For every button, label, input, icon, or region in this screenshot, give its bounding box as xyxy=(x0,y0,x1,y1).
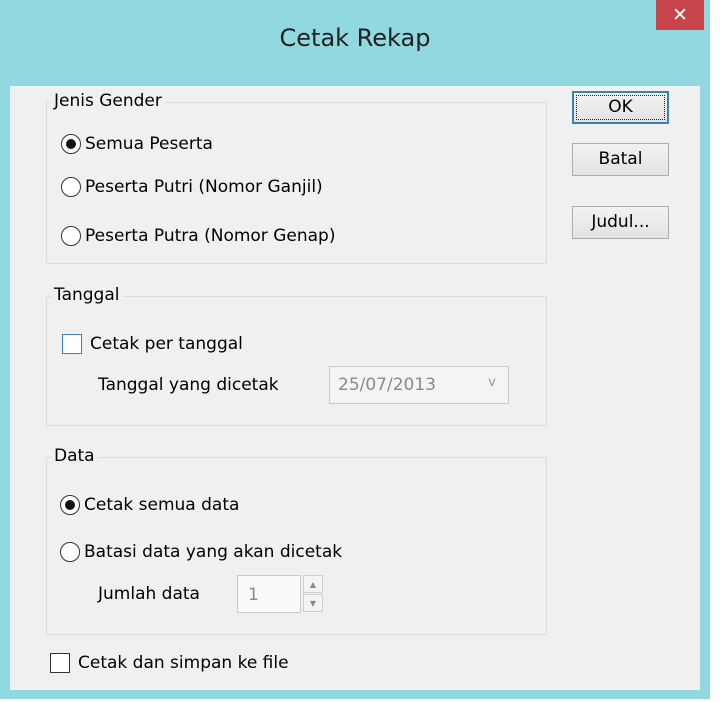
gender-group: Jenis Gender Semua Peserta Peserta Putri… xyxy=(46,91,547,264)
chevron-down-icon[interactable]: v xyxy=(488,375,496,390)
dialog-body: Jenis Gender Semua Peserta Peserta Putri… xyxy=(10,86,700,690)
cetak-per-tanggal-checkbox[interactable] xyxy=(62,334,82,354)
jumlah-data-value: 1 xyxy=(248,585,259,605)
close-icon: ✕ xyxy=(672,4,688,26)
radio-peserta-putri-indicator[interactable] xyxy=(61,177,81,197)
jumlah-data-input[interactable]: 1 xyxy=(237,575,301,613)
ok-button[interactable]: OK xyxy=(572,91,669,124)
cetak-rekap-dialog: Cetak Rekap ✕ Jenis Gender Semua Peserta… xyxy=(0,0,710,699)
cancel-button-label: Batal xyxy=(598,149,643,169)
radio-peserta-putri-label[interactable]: Peserta Putri (Nomor Ganjil) xyxy=(85,177,323,197)
date-picker[interactable]: 25/07/2013 v xyxy=(329,366,509,404)
radio-semua-peserta-label[interactable]: Semua Peserta xyxy=(85,134,213,154)
checkbox-cetak-per-tanggal[interactable]: Cetak per tanggal xyxy=(62,334,243,354)
cetak-per-tanggal-label[interactable]: Cetak per tanggal xyxy=(90,334,243,354)
gender-group-legend: Jenis Gender xyxy=(51,91,165,111)
spin-down-icon[interactable]: ▼ xyxy=(303,594,323,612)
title-bar: Cetak Rekap ✕ xyxy=(0,0,710,86)
cancel-button[interactable]: Batal xyxy=(572,143,669,176)
spin-up-icon[interactable]: ▲ xyxy=(303,575,323,593)
dialog-title: Cetak Rekap xyxy=(279,24,431,52)
radio-cetak-semua-data[interactable]: Cetak semua data xyxy=(60,495,239,515)
close-button[interactable]: ✕ xyxy=(656,0,704,30)
title-setup-button[interactable]: Judul... xyxy=(572,206,669,239)
radio-batasi-data-label[interactable]: Batasi data yang akan dicetak xyxy=(84,542,342,562)
checkbox-simpan-ke-file[interactable]: Cetak dan simpan ke file xyxy=(50,653,289,673)
date-group-legend: Tanggal xyxy=(51,285,123,305)
radio-peserta-putra-indicator[interactable] xyxy=(61,226,81,246)
date-picker-value: 25/07/2013 xyxy=(338,375,436,395)
radio-peserta-putra-label[interactable]: Peserta Putra (Nomor Genap) xyxy=(85,226,335,246)
radio-peserta-putra[interactable]: Peserta Putra (Nomor Genap) xyxy=(61,226,335,246)
focus-rectangle xyxy=(576,95,665,120)
date-group: Tanggal xyxy=(46,285,547,426)
radio-peserta-putri[interactable]: Peserta Putri (Nomor Ganjil) xyxy=(61,177,323,197)
jumlah-data-label: Jumlah data xyxy=(98,584,200,604)
radio-semua-peserta[interactable]: Semua Peserta xyxy=(61,134,213,154)
radio-batasi-data[interactable]: Batasi data yang akan dicetak xyxy=(60,542,342,562)
jumlah-data-spinner[interactable]: ▲ ▼ xyxy=(303,575,325,613)
radio-batasi-data-indicator[interactable] xyxy=(60,542,80,562)
tanggal-dicetak-label: Tanggal yang dicetak xyxy=(98,375,279,395)
radio-semua-peserta-indicator[interactable] xyxy=(61,134,81,154)
simpan-ke-file-checkbox[interactable] xyxy=(50,653,70,673)
title-setup-button-label: Judul... xyxy=(591,212,650,232)
simpan-ke-file-label[interactable]: Cetak dan simpan ke file xyxy=(78,653,289,673)
radio-cetak-semua-data-indicator[interactable] xyxy=(60,495,80,515)
data-group-legend: Data xyxy=(51,446,98,466)
radio-cetak-semua-data-label[interactable]: Cetak semua data xyxy=(84,495,239,515)
